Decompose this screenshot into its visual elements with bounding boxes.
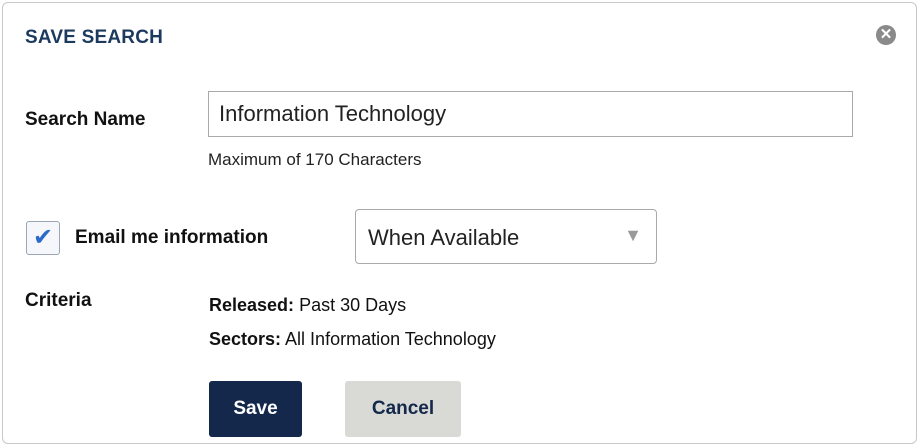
dialog-title: SAVE SEARCH bbox=[25, 27, 164, 48]
criteria-sectors-key: Sectors: bbox=[209, 329, 282, 349]
save-button[interactable]: Save bbox=[209, 381, 302, 437]
search-name-hint: Maximum of 170 Characters bbox=[208, 150, 422, 169]
search-name-label: Search Name bbox=[25, 109, 146, 130]
save-search-dialog: SAVE SEARCH ✕ Search Name Maximum of 170… bbox=[2, 2, 917, 444]
close-icon[interactable]: ✕ bbox=[876, 25, 896, 45]
frequency-selected-value: When Available bbox=[368, 225, 520, 250]
email-checkbox[interactable]: ✔ bbox=[26, 221, 60, 255]
criteria-sectors-value: All Information Technology bbox=[285, 329, 496, 349]
cancel-button[interactable]: Cancel bbox=[345, 381, 461, 437]
frequency-select[interactable]: When Available ▼ bbox=[355, 209, 657, 264]
criteria-released: Released: Past 30 Days bbox=[209, 295, 406, 316]
checkmark-icon: ✔ bbox=[32, 224, 54, 251]
search-name-input[interactable] bbox=[208, 91, 853, 137]
criteria-label: Criteria bbox=[25, 290, 92, 311]
criteria-released-key: Released: bbox=[209, 295, 295, 315]
criteria-sectors: Sectors: All Information Technology bbox=[209, 329, 496, 350]
email-label: Email me information bbox=[75, 227, 269, 248]
criteria-released-value: Past 30 Days bbox=[299, 295, 407, 315]
chevron-down-icon: ▼ bbox=[624, 225, 642, 245]
